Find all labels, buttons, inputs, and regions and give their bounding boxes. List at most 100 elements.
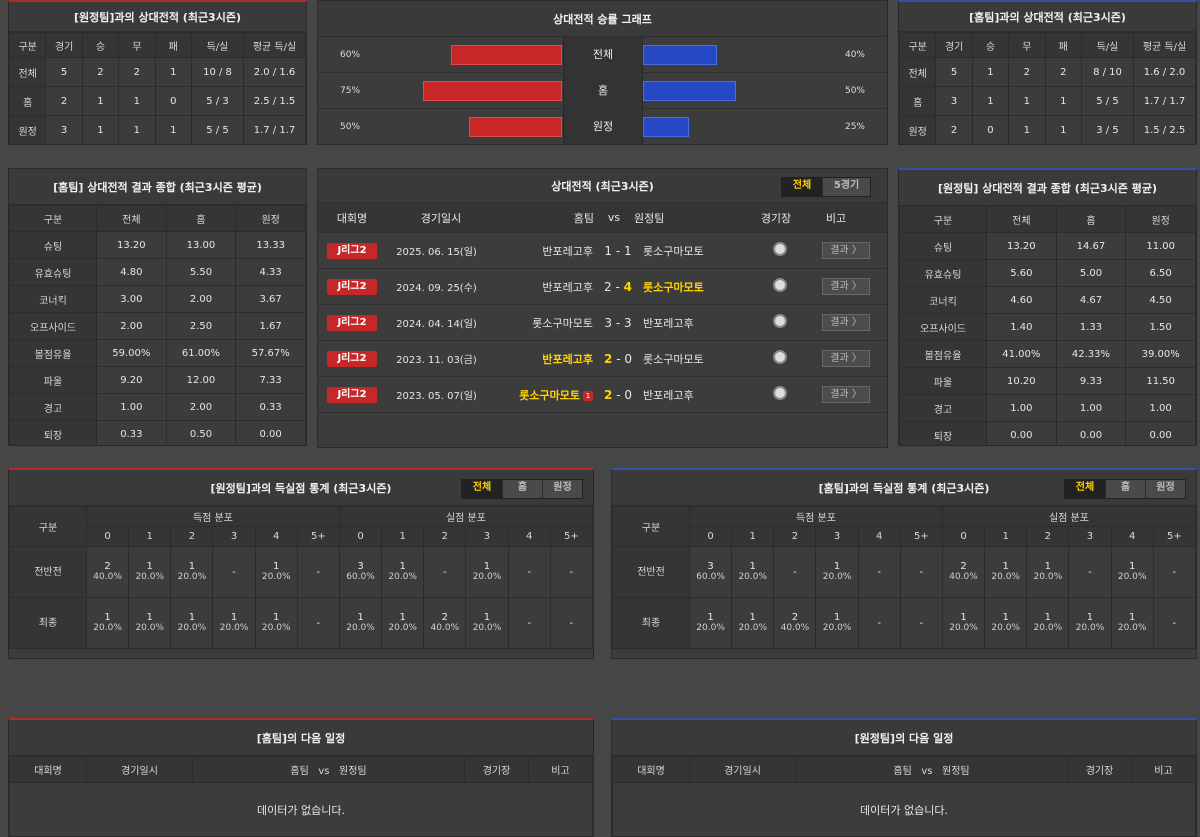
table-row: 퇴장 0.00 0.00 0.00	[899, 421, 1196, 445]
cell: 2.50	[165, 312, 237, 340]
dist-percent: 20.0%	[1117, 572, 1147, 582]
home-team[interactable]: 반포레고후	[496, 279, 593, 295]
toggle-home[interactable]: 홈	[502, 480, 542, 498]
cell: 홈	[899, 86, 937, 116]
cell: 9.33	[1055, 367, 1127, 395]
dist-cell: 1 20.0%	[941, 597, 986, 649]
away-team[interactable]: 반포레고후	[643, 387, 765, 403]
league-badge[interactable]: J리그2	[327, 386, 377, 403]
result-button[interactable]: 결과 〉	[822, 386, 870, 403]
league-badge[interactable]: J리그2	[327, 350, 377, 367]
away-team[interactable]: 롯소구마모토	[643, 279, 765, 295]
cell: 5 / 3	[191, 86, 244, 116]
away-team[interactable]: 롯소구마모토	[643, 351, 765, 367]
dist-count: 1	[1044, 612, 1052, 623]
dist-count: 2	[104, 561, 111, 572]
goal-count-header: 0	[85, 526, 130, 547]
dist-count: 1	[833, 561, 841, 572]
goal-stats-home-toggle: 전체 홈 원정	[1064, 479, 1186, 499]
cell: 5 / 5	[1081, 86, 1134, 116]
cell: 12.00	[165, 366, 237, 394]
dist-cell: 1 20.0%	[254, 546, 298, 598]
dist-percent: 20.0%	[1075, 623, 1105, 633]
away-score: 0	[624, 387, 632, 402]
cell: 볼점유율	[9, 339, 97, 367]
cell: 3 / 5	[1081, 115, 1134, 144]
away-team[interactable]: 반포레고후	[643, 315, 765, 331]
league-badge[interactable]: J리그2	[327, 278, 377, 295]
toggle-all[interactable]: 전체	[462, 480, 502, 498]
header-note: 비고	[825, 211, 847, 225]
cell: 57.67%	[235, 339, 306, 367]
graph-row-label: 전체	[563, 36, 643, 73]
toggle-5games[interactable]: 5경기	[822, 178, 870, 196]
cell: 코너킥	[899, 286, 987, 314]
cell: 슈팅	[899, 232, 987, 260]
col-header: 득/실	[1081, 32, 1134, 58]
match-date: 2024. 04. 14(일)	[396, 319, 477, 330]
cell: 0.33	[235, 393, 306, 421]
soccer-ball-icon	[773, 386, 787, 400]
dist-percent: 20.0%	[346, 623, 375, 633]
away-team[interactable]: 롯소구마모토	[643, 243, 765, 259]
match-row: J리그2 2025. 06. 15(일) 반포레고후 1 - 1 롯소구마모토 결과 〉	[318, 233, 887, 269]
home-score: 1	[604, 243, 613, 258]
dist-cell: 1 20.0%	[128, 597, 172, 649]
cell: 2.5 / 1.5	[243, 86, 306, 116]
table-row: 슈팅 13.20 13.00 13.33	[9, 231, 306, 259]
toggle-away[interactable]: 원정	[542, 480, 582, 498]
dist-count: 1	[273, 561, 280, 572]
cell: 0.00	[986, 421, 1057, 445]
match-date: 2023. 05. 07(일)	[396, 391, 477, 402]
cell: 0.50	[165, 420, 237, 445]
toggle-all[interactable]: 전체	[782, 178, 822, 196]
toggle-home[interactable]: 홈	[1105, 480, 1145, 498]
header-teams: 홈팀 vs 원정팀	[795, 756, 1068, 783]
result-button[interactable]: 결과 〉	[822, 350, 870, 367]
match-date: 2023. 11. 03(금)	[396, 355, 477, 366]
cell: 10.20	[986, 367, 1057, 395]
league-badge[interactable]: J리그2	[327, 314, 377, 331]
header-date: 경기일시	[420, 211, 462, 225]
cell: 5.00	[1055, 259, 1127, 287]
dist-percent: 40.0%	[780, 623, 810, 633]
away-rate-bar	[643, 44, 717, 65]
dist-count: -	[316, 617, 321, 629]
home-h2h-table: 구분 경기 승 무 패 득/실 평균 득/실 전체 5 1 2 2 8 / 10 1.6 /…	[899, 32, 1196, 144]
cell: 2	[1044, 57, 1083, 87]
dist-cell: 2 40.0%	[941, 546, 986, 598]
dist-count: -	[527, 617, 531, 629]
dist-cell: 3 60.0%	[688, 546, 733, 598]
cell: 1	[81, 86, 120, 116]
score-sep: -	[612, 351, 625, 366]
result-button[interactable]: 결과 〉	[822, 278, 870, 295]
dist-percent: 40.0%	[430, 623, 460, 633]
league-badge[interactable]: J리그2	[327, 242, 377, 259]
result-button[interactable]: 결과 〉	[822, 242, 870, 259]
cell: 0.33	[96, 420, 167, 445]
toggle-away[interactable]: 원정	[1145, 480, 1185, 498]
dist-percent: 20.0%	[991, 572, 1020, 582]
col-header: 평균 득/실	[243, 32, 306, 58]
home-team[interactable]: 반포레고후	[496, 351, 593, 367]
dist-count: 2	[791, 612, 799, 623]
home-summary-title: [홈팀] 상대전적 결과 종합 (최근3시즌 평균)	[9, 169, 306, 205]
cell: 1	[1008, 115, 1046, 144]
header-league: 대회명	[336, 211, 368, 225]
result-button[interactable]: 결과 〉	[822, 314, 870, 331]
cell: 5.50	[165, 258, 237, 286]
goal-stats-away-table: 구분 득점 분포 실점 분포 0 1 2 3 4 5+ 0 1 2 3 4 5+ 전반전 2 40.0% 1…	[9, 506, 593, 649]
toggle-all[interactable]: 전체	[1065, 480, 1105, 498]
home-summary-table: 구분 전체 홈 원정 슈팅 13.20 13.00 13.33 유효슈팅 4.80 5.50…	[9, 205, 306, 445]
dist-count: -	[1172, 566, 1177, 578]
home-team[interactable]: 롯소구마모토 1	[496, 387, 593, 403]
matches-header: 대회명 경기일시 홈팀 vs 원정팀 경기장 비고	[318, 203, 887, 233]
home-team-name: 반포레고후	[542, 280, 593, 294]
home-team[interactable]: 롯소구마모토	[496, 315, 593, 331]
cell: 코너킥	[9, 285, 97, 313]
dist-count: 1	[1044, 561, 1052, 572]
score-sep: -	[612, 387, 625, 402]
table-row: 최종 1 20.0% 1 20.0% 2 40.0% 1 20.0% - -1 20.0% 1 20.0%…	[612, 597, 1196, 649]
dist-cell: 1 20.0%	[1110, 546, 1154, 598]
home-team[interactable]: 반포레고후	[496, 243, 593, 259]
